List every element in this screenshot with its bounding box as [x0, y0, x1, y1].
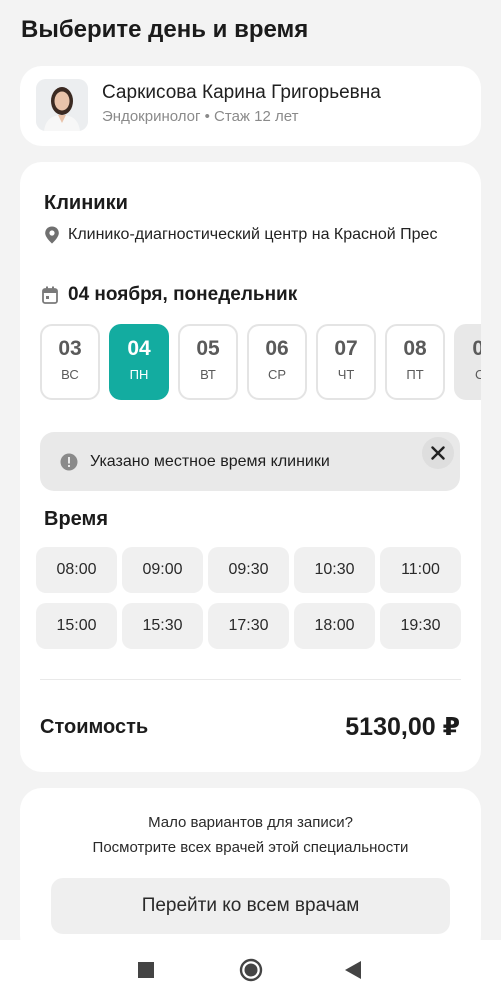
close-icon	[431, 446, 445, 460]
day-number: 08	[403, 337, 427, 360]
time-slot[interactable]: 15:00	[36, 603, 117, 649]
time-slot[interactable]: 08:00	[36, 547, 117, 593]
day-weekday: ВС	[61, 367, 79, 382]
promo-line-1: Мало вариантов для записи?	[148, 814, 353, 831]
day-weekday: ПТ	[406, 367, 424, 382]
doctor-avatar	[36, 79, 88, 131]
time-slot[interactable]: 10:30	[294, 547, 375, 593]
home-button[interactable]	[239, 958, 263, 982]
square-icon	[138, 962, 154, 978]
day-number: 09	[472, 337, 481, 360]
day-05[interactable]: 05 ВТ	[178, 324, 238, 400]
day-08[interactable]: 08 ПТ	[385, 324, 445, 400]
time-slot[interactable]: 18:00	[294, 603, 375, 649]
all-doctors-button[interactable]: Перейти ко всем врачам	[51, 878, 450, 934]
day-weekday: ВТ	[200, 367, 216, 382]
time-slot[interactable]: 17:30	[208, 603, 289, 649]
day-weekday: СР	[267, 367, 287, 382]
day-number: 04	[127, 337, 151, 360]
day-picker: 03 ВС 04 ПН 05 ВТ 06 СР 07 ЧТ 08 ПТ 09 С…	[40, 324, 481, 402]
day-number: 07	[334, 337, 358, 360]
page-title: Выберите день и время	[21, 16, 309, 43]
time-heading: Время	[44, 508, 108, 530]
price-label: Стоимость	[40, 716, 149, 738]
clinic-name: Клинико-диагностический центр на Красной…	[68, 226, 438, 243]
location-pin-icon	[45, 226, 59, 244]
day-03[interactable]: 03 ВС	[40, 324, 100, 400]
circle-icon	[239, 958, 263, 982]
doctor-specialty: Эндокринолог • Стаж 12 лет	[102, 108, 299, 125]
day-number: 06	[265, 337, 289, 360]
calendar-icon	[42, 286, 58, 304]
day-06[interactable]: 06 СР	[247, 324, 307, 400]
booking-card: Клиники Клинико-диагностический центр на…	[20, 162, 481, 772]
close-notice-button[interactable]	[422, 437, 454, 469]
time-slot[interactable]: 09:30	[208, 547, 289, 593]
all-doctors-card: Мало вариантов для записи? Посмотрите вс…	[20, 788, 481, 958]
info-icon	[60, 453, 78, 471]
day-weekday: ЧТ	[337, 367, 355, 382]
selected-date: 04 ноября, понедельник	[68, 284, 298, 305]
time-slot[interactable]: 09:00	[122, 547, 203, 593]
time-slot[interactable]: 11:00	[380, 547, 461, 593]
notice-text: Указано местное время клиники	[90, 453, 330, 470]
day-weekday: СБ	[475, 367, 481, 382]
promo-line-2: Посмотрите всех врачей этой специальност…	[92, 839, 409, 856]
clinics-heading: Клиники	[44, 192, 128, 214]
day-number: 03	[58, 337, 82, 360]
day-weekday: ПН	[129, 367, 149, 382]
clinic-row[interactable]: Клинико-диагностический центр на Красной…	[44, 226, 437, 244]
back-triangle-icon	[345, 961, 361, 979]
doctor-name: Саркисова Карина Григорьевна	[102, 82, 381, 103]
day-number: 05	[196, 337, 220, 360]
day-07[interactable]: 07 ЧТ	[316, 324, 376, 400]
time-slot[interactable]: 15:30	[122, 603, 203, 649]
price-value: 5130,00 ₽	[345, 713, 460, 741]
selected-date-row: 04 ноября, понедельник	[42, 284, 297, 306]
recent-apps-button[interactable]	[134, 958, 158, 982]
time-slot[interactable]: 19:30	[380, 603, 461, 649]
day-09[interactable]: 09 СБ	[454, 324, 481, 400]
day-04-selected[interactable]: 04 ПН	[109, 324, 169, 400]
timezone-notice: Указано местное время клиники	[40, 432, 460, 491]
divider	[40, 679, 461, 680]
back-button[interactable]	[341, 958, 365, 982]
doctor-card[interactable]: Саркисова Карина Григорьевна Эндокриноло…	[20, 66, 481, 146]
system-nav-bar	[0, 940, 501, 1000]
